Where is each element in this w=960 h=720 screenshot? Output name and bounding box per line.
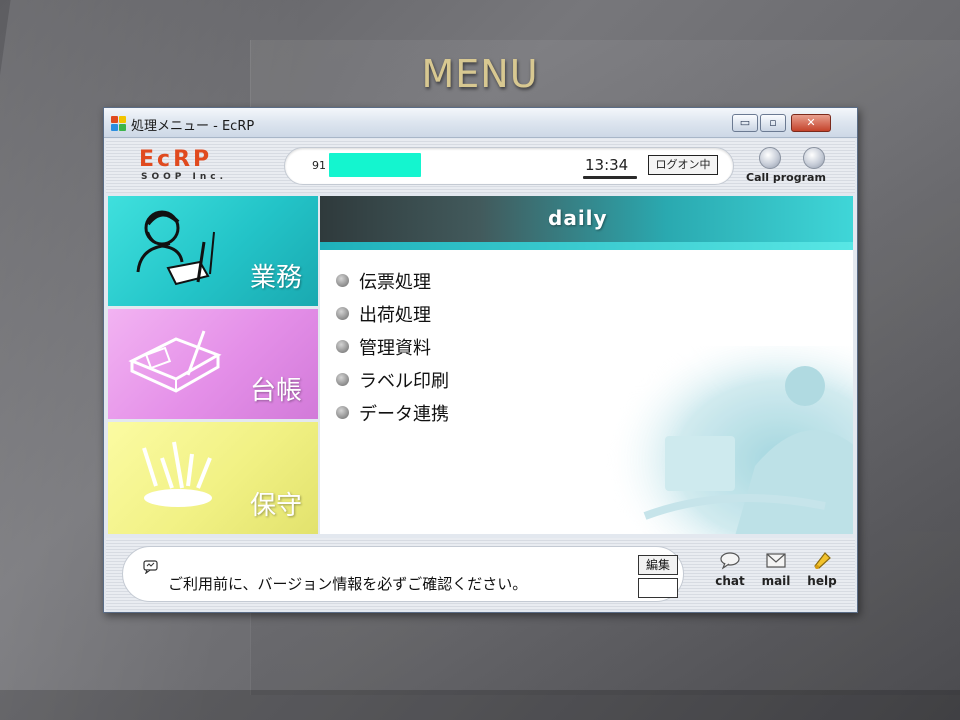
bullet-icon [336, 373, 349, 386]
edit-field[interactable] [638, 578, 678, 598]
mail-button[interactable]: mail [756, 550, 796, 588]
notice-text: ご利用前に、バージョン情報を必ずご確認ください。 [168, 575, 528, 593]
edit-button[interactable]: 編集 [638, 555, 678, 575]
app-icon [111, 116, 127, 131]
menu-item-label: ラベル印刷 [359, 370, 449, 392]
bullet-icon [336, 307, 349, 320]
category-label: 保守 [249, 491, 302, 521]
menu-item-shukka[interactable]: 出荷処理 [336, 297, 449, 330]
menu-item-label: 出荷処理 [359, 304, 431, 326]
main-panel: daily 伝票処理 出荷処理 管理資料 ラベル印刷 データ連携 [320, 196, 853, 534]
menu-item-label: 伝票処理 [359, 271, 431, 293]
minimize-button[interactable]: ▭ [732, 114, 758, 132]
header-bar: EcRP SOOP Inc. 91 13:34 ログオン中 Call progr… [106, 139, 855, 193]
user-code: 91 [312, 159, 326, 172]
status-panel: 91 13:34 ログオン中 [284, 147, 734, 185]
clock: 13:34 [585, 156, 629, 174]
footer-bar: ご利用前に、バージョン情報を必ずご確認ください。 編集 chat mail he… [106, 538, 855, 610]
window-title: 処理メニュー - EcRP [131, 119, 255, 134]
menu-item-denpyo[interactable]: 伝票処理 [336, 264, 449, 297]
chat-icon [720, 552, 740, 570]
mail-icon [766, 553, 786, 568]
call-program-icon[interactable] [759, 147, 781, 169]
app-window: 処理メニュー - EcRP ▭ ▫ ✕ EcRP SOOP Inc. 91 13… [103, 107, 858, 613]
bullet-icon [336, 274, 349, 287]
category-daicho[interactable]: 台帳 [108, 309, 318, 419]
menu-list: 伝票処理 出荷処理 管理資料 ラベル印刷 データ連携 [336, 264, 449, 429]
logo-main-text: EcRP [139, 147, 213, 172]
notice-icon [143, 560, 158, 574]
ledger-icon [128, 330, 222, 393]
help-label: help [807, 574, 837, 588]
menu-item-label-print[interactable]: ラベル印刷 [336, 363, 449, 396]
chat-label: chat [715, 574, 745, 588]
operator-icon [136, 210, 215, 286]
banner-stripe [320, 242, 853, 250]
slide-title: MENU [421, 52, 539, 96]
logon-status-badge: ログオン中 [648, 155, 718, 175]
menu-item-label: データ連携 [359, 403, 449, 425]
close-button[interactable]: ✕ [791, 114, 831, 132]
menu-item-data-link[interactable]: データ連携 [336, 396, 449, 429]
background-photo [605, 346, 853, 534]
bullet-icon [336, 406, 349, 419]
menu-item-label: 管理資料 [359, 337, 431, 359]
background-shape [0, 690, 960, 720]
title-bar[interactable]: 処理メニュー - EcRP ▭ ▫ ✕ [104, 108, 857, 138]
help-icon [814, 552, 831, 569]
category-hoshu[interactable]: 保守 [108, 422, 318, 534]
notice-panel: ご利用前に、バージョン情報を必ずご確認ください。 編集 [122, 546, 684, 602]
menu-item-kanri[interactable]: 管理資料 [336, 330, 449, 363]
logo-sub-text: SOOP Inc. [141, 172, 228, 182]
maintenance-icon [142, 441, 212, 507]
clock-underline [583, 176, 637, 179]
bullet-icon [336, 340, 349, 353]
maximize-button[interactable]: ▫ [760, 114, 786, 132]
call-program-label[interactable]: Call program [746, 171, 826, 184]
category-label: 業務 [249, 263, 302, 293]
mail-label: mail [761, 574, 791, 588]
category-gyomu[interactable]: 業務 [108, 196, 318, 306]
call-program-icon[interactable] [803, 147, 825, 169]
category-label: 台帳 [249, 376, 302, 406]
section-banner: daily [320, 196, 853, 242]
help-button[interactable]: help [802, 550, 842, 588]
chat-button[interactable]: chat [710, 550, 750, 588]
user-name-field [329, 153, 421, 177]
brand-logo: EcRP SOOP Inc. [139, 149, 254, 185]
banner-title: daily [548, 206, 608, 230]
